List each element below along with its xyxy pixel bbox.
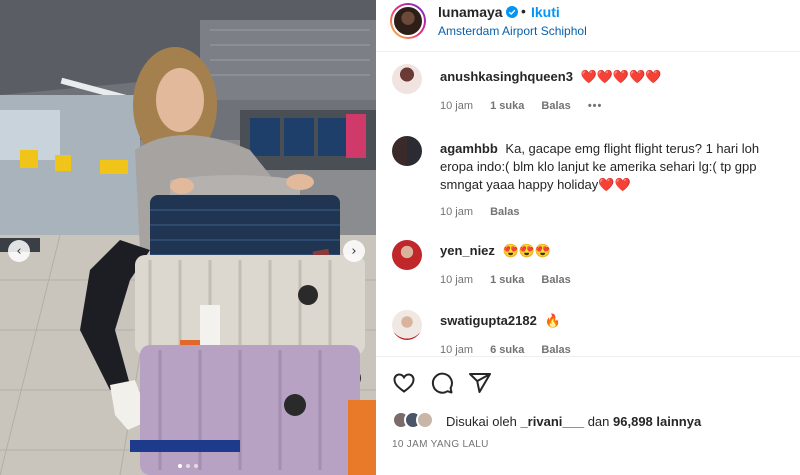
carousel-prev-button[interactable]: ‹ bbox=[8, 240, 30, 262]
comment-meta: 10 jam 6 suka Balas bbox=[440, 344, 585, 356]
heart-icon[interactable] bbox=[392, 371, 416, 395]
comment-avatar[interactable] bbox=[392, 136, 422, 166]
post-panel: lunamaya • Ikuti Amsterdam Airport Schip… bbox=[376, 0, 800, 475]
photo-illustration bbox=[0, 0, 376, 475]
post-actions: Disukai oleh _rivani___ dan 96,898 lainn… bbox=[376, 356, 800, 475]
comment-text-block: agamhbb Ka, gacape emg flight flight ter… bbox=[440, 140, 790, 194]
comment-text: ❤️❤️❤️❤️❤️ bbox=[580, 69, 662, 84]
comment-time[interactable]: 10 jam bbox=[440, 344, 473, 356]
comment-reply-button[interactable]: Balas bbox=[541, 344, 570, 356]
comment-text-block: swatigupta2182 🔥 bbox=[440, 312, 790, 330]
comment-avatar[interactable] bbox=[392, 240, 422, 270]
liker-avatar[interactable] bbox=[416, 411, 434, 429]
comment-likes[interactable]: 1 suka bbox=[490, 274, 524, 286]
comment-meta: 10 jam 1 suka Balas ••• bbox=[440, 100, 616, 112]
comment-text-block: yen_niez 😍😍😍 bbox=[440, 242, 790, 260]
comment-likes[interactable]: 1 suka bbox=[490, 100, 524, 112]
comment-username[interactable]: anushkasinghqueen3 bbox=[440, 69, 573, 84]
likes-prefix: Disukai oleh bbox=[446, 414, 517, 429]
comment-meta: 10 jam Balas bbox=[440, 206, 533, 218]
comment-time[interactable]: 10 jam bbox=[440, 274, 473, 286]
comments-list: anushkasinghqueen3 ❤️❤️❤️❤️❤️ 10 jam 1 s… bbox=[376, 52, 800, 356]
likes-summary: Disukai oleh _rivani___ dan 96,898 lainn… bbox=[392, 409, 792, 433]
post-photo: ‹ › bbox=[0, 0, 376, 475]
comment-time[interactable]: 10 jam bbox=[440, 100, 473, 112]
verified-icon bbox=[506, 6, 518, 18]
comment-username[interactable]: agamhbb bbox=[440, 141, 498, 156]
comment-reply-button[interactable]: Balas bbox=[541, 100, 570, 112]
comment-avatar[interactable] bbox=[392, 64, 422, 94]
comment-username[interactable]: yen_niez bbox=[440, 243, 495, 258]
post-time[interactable]: 10 JAM YANG LALU bbox=[392, 439, 489, 450]
chevron-right-icon: › bbox=[351, 243, 357, 259]
comment-meta: 10 jam 1 suka Balas bbox=[440, 274, 585, 286]
comment-icon[interactable] bbox=[430, 371, 454, 395]
more-options-icon[interactable]: ••• bbox=[588, 100, 603, 112]
share-icon[interactable] bbox=[468, 371, 492, 395]
comment-username[interactable]: swatigupta2182 bbox=[440, 313, 537, 328]
comment-reply-button[interactable]: Balas bbox=[490, 206, 519, 218]
likes-count[interactable]: 96,898 lainnya bbox=[613, 414, 701, 429]
follow-button[interactable]: Ikuti bbox=[531, 4, 560, 20]
post-header: lunamaya • Ikuti Amsterdam Airport Schip… bbox=[376, 0, 800, 52]
avatar[interactable] bbox=[390, 3, 426, 39]
carousel-next-button[interactable]: › bbox=[343, 240, 365, 262]
comment-text: 😍😍😍 bbox=[502, 243, 552, 258]
post-username[interactable]: lunamaya bbox=[438, 4, 503, 20]
comment-time[interactable]: 10 jam bbox=[440, 206, 473, 218]
likes-middle: dan bbox=[587, 414, 610, 429]
chevron-left-icon: ‹ bbox=[16, 243, 22, 259]
comment-text-block: anushkasinghqueen3 ❤️❤️❤️❤️❤️ bbox=[440, 68, 790, 86]
likes-user[interactable]: _rivani___ bbox=[520, 414, 584, 429]
likes-text: Disukai oleh _rivani___ dan 96,898 lainn… bbox=[446, 414, 701, 429]
comment-text: 🔥 bbox=[544, 313, 561, 328]
comment-reply-button[interactable]: Balas bbox=[541, 274, 570, 286]
post-location[interactable]: Amsterdam Airport Schiphol bbox=[438, 24, 587, 38]
comment-avatar[interactable] bbox=[392, 310, 422, 340]
comment-likes[interactable]: 6 suka bbox=[490, 344, 524, 356]
separator-dot: • bbox=[521, 3, 526, 19]
